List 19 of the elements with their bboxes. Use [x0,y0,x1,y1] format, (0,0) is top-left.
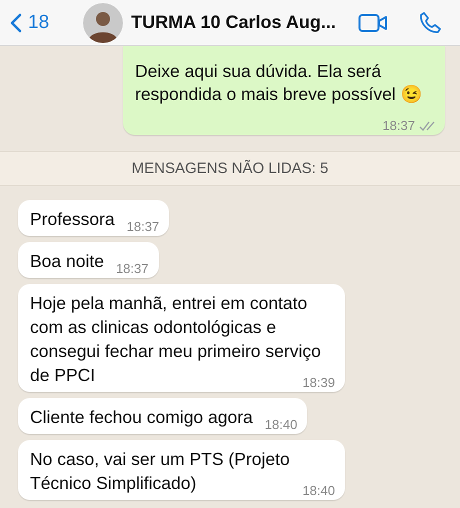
incoming-message: Professora 18:37 [18,200,170,236]
incoming-message: Cliente fechou comigo agora 18:40 [18,398,308,434]
message-time: 18:40 [264,416,298,434]
incoming-message: Hoje pela manhã, entrei em contato com as clinicas odontológicas e consegui fechar meu primeiro serviço de PPCI 18:39 [18,284,345,392]
message-time: 18:40 [302,482,335,500]
back-icon [10,12,22,32]
back-button[interactable]: 18 [10,12,50,34]
message-time: 18:37 [126,218,160,236]
message-time: 18:39 [302,374,335,392]
message-time: 18:37 [382,117,415,135]
unread-messages-banner: MENSAGENS NÃO LIDAS: 5 [0,151,460,186]
chat-title[interactable]: TURMA 10 Carlos Aug... [131,12,350,33]
outgoing-message: Deixe aqui sua dúvida. Ela será respondida o mais breve possível 😉 18:37 [123,46,445,135]
avatar[interactable] [83,2,124,42]
phone-icon[interactable] [418,10,442,34]
incoming-message: No caso, vai ser um PTS (Projeto Técnico Simplificado) 18:40 [18,440,345,500]
message-time: 18:37 [116,260,148,278]
video-call-icon[interactable] [358,12,388,32]
incoming-message: Boa noite 18:37 [18,242,158,278]
